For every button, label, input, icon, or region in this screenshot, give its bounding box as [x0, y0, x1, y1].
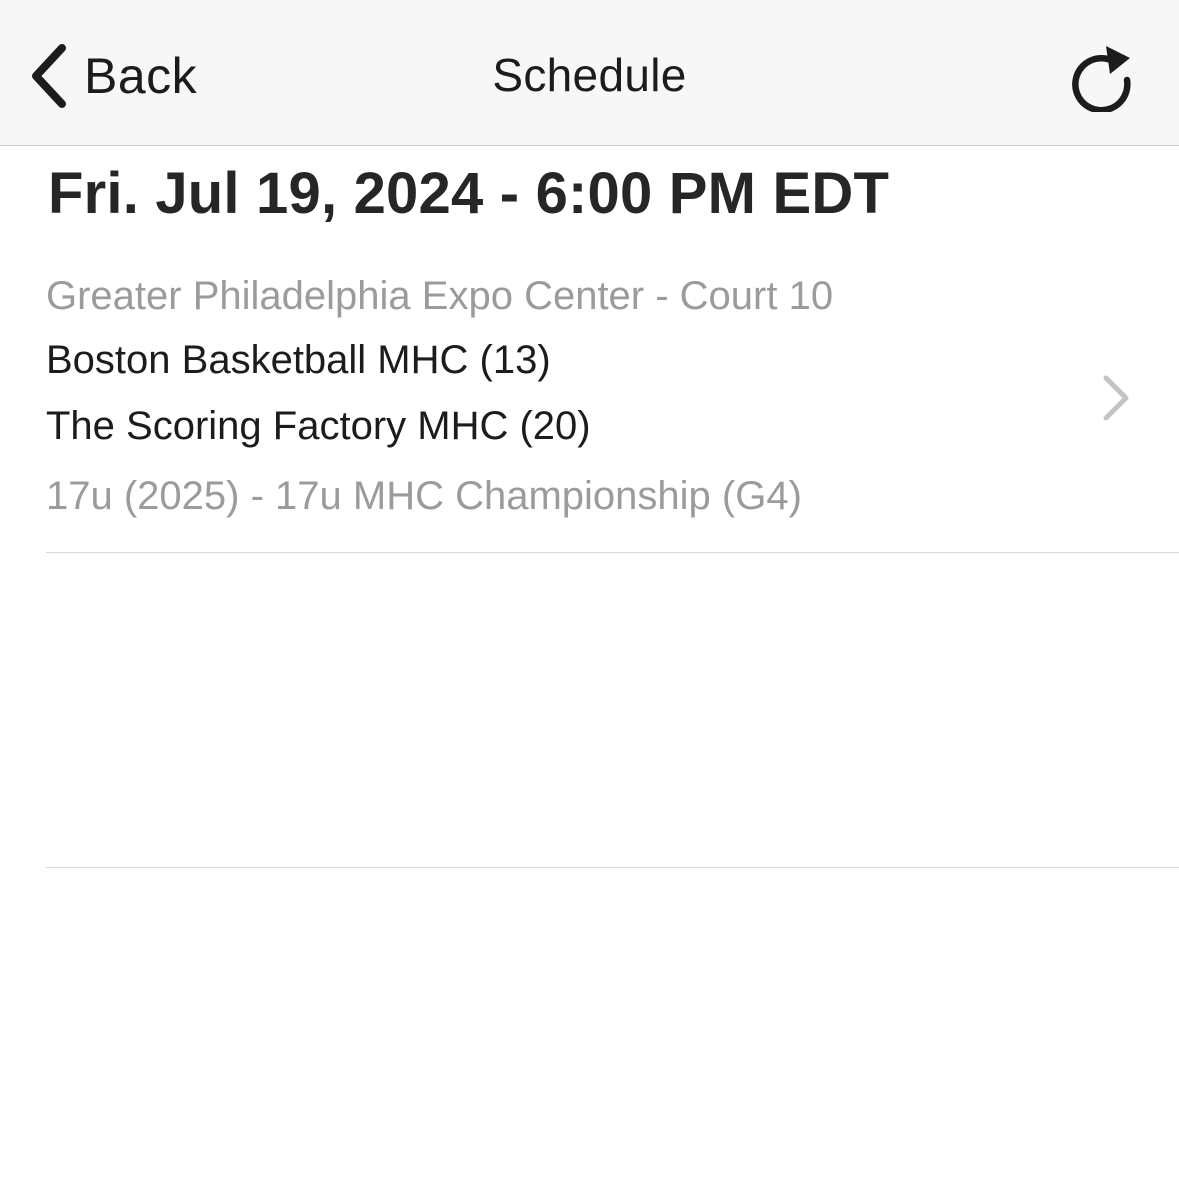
game-list-item[interactable]: Greater Philadelphia Expo Center - Court… [0, 262, 1179, 554]
game-team-1: Boston Basketball MHC (13) [46, 338, 551, 382]
game-venue: Greater Philadelphia Expo Center - Court… [46, 274, 834, 318]
refresh-button[interactable] [1064, 38, 1138, 112]
chevron-right-icon [1100, 374, 1132, 422]
row-divider [46, 867, 1179, 868]
game-team-2: The Scoring Factory MHC (20) [46, 404, 591, 448]
navigation-bar: Back Schedule [0, 0, 1179, 146]
game-division: 17u (2025) - 17u MHC Championship (G4) [46, 474, 802, 518]
page-title: Schedule [492, 49, 687, 101]
refresh-icon [1072, 46, 1131, 112]
row-divider [46, 552, 1179, 553]
date-header: Fri. Jul 19, 2024 - 6:00 PM EDT [48, 161, 890, 226]
